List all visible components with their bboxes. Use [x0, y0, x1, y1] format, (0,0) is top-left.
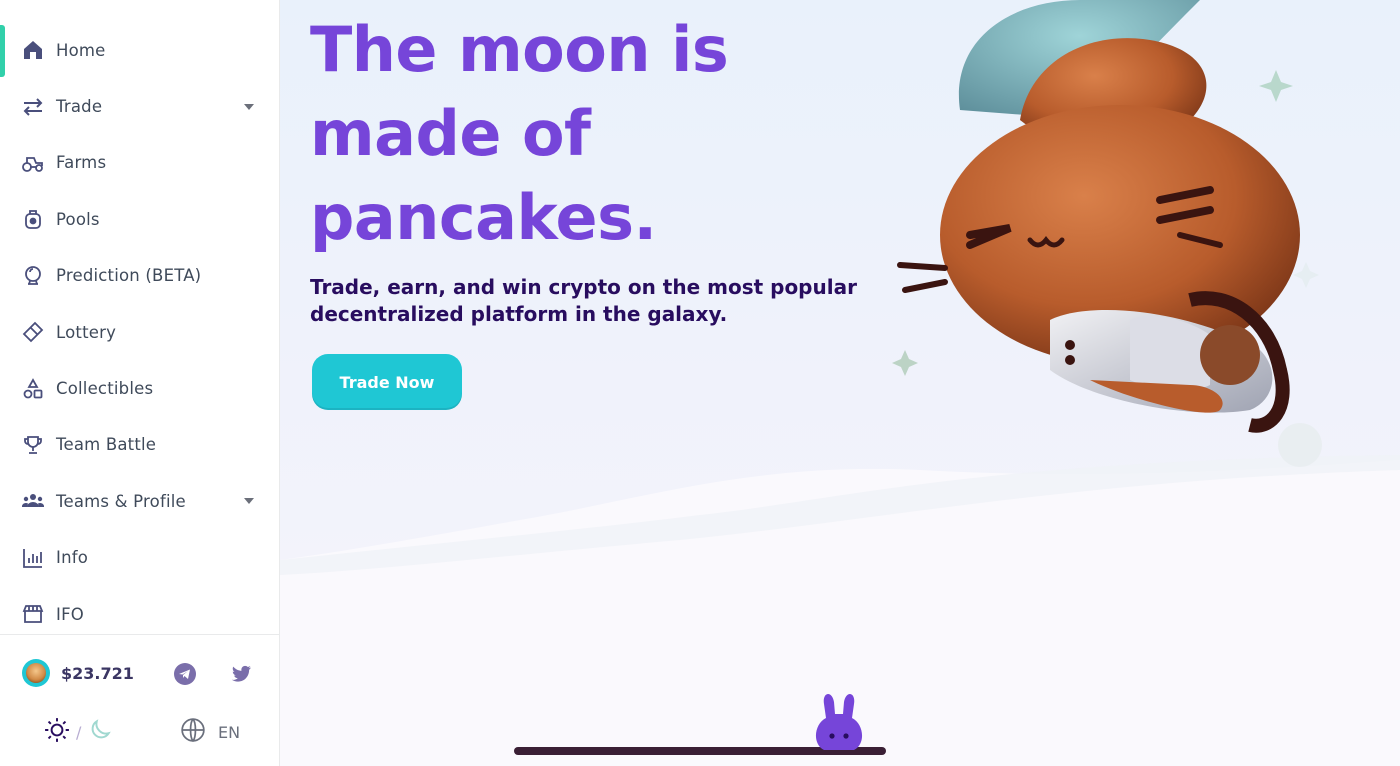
chevron-down-icon[interactable]: [244, 103, 254, 110]
sidebar-item-info[interactable]: Info: [0, 530, 280, 586]
pool-icon: [20, 206, 46, 232]
sidebar-item-label: IFO: [56, 604, 84, 624]
loading-bunny-icon: [514, 693, 886, 755]
sidebar-item-label: Team Battle: [56, 435, 157, 455]
sidebar-item-label: Home: [56, 40, 106, 60]
groups-icon: [20, 488, 46, 514]
chart-icon: [20, 545, 46, 571]
sidebar-item-label: Pools: [56, 209, 100, 229]
sidebar-item-label: Prediction (BETA): [56, 266, 202, 286]
home-icon: [20, 37, 46, 63]
trophy-icon: [20, 432, 46, 458]
globe-icon: [180, 717, 206, 747]
farm-icon: [20, 150, 46, 176]
sidebar-item-prediction[interactable]: Prediction (BETA): [0, 248, 280, 304]
hero-headline: The moon is made of pancakes.: [310, 13, 729, 254]
theme-separator: /: [76, 722, 82, 742]
sidebar-item-farms[interactable]: Farms: [0, 135, 280, 191]
cake-price-value: $23.721: [61, 663, 134, 683]
theme-toggle[interactable]: /: [44, 717, 113, 747]
cake-token-icon: [22, 659, 50, 687]
sidebar-item-label: Teams & Profile: [56, 491, 186, 511]
trade-icon: [20, 94, 46, 120]
sidebar-item-pools[interactable]: Pools: [0, 191, 280, 247]
language-selector[interactable]: EN: [180, 717, 240, 747]
sidebar-item-label: Lottery: [56, 322, 117, 342]
hero-section: The moon is made of pancakes. Trade, ear…: [280, 0, 1400, 766]
sidebar-item-label: Trade: [56, 97, 103, 117]
twitter-icon[interactable]: [228, 661, 254, 687]
sidebar-item-label: Info: [56, 548, 89, 568]
cake-price[interactable]: $23.721: [22, 659, 134, 687]
sidebar-item-label: Collectibles: [56, 379, 154, 399]
sidebar-item-label: Farms: [56, 153, 107, 173]
sidebar-item-lottery[interactable]: Lottery: [0, 304, 280, 360]
sidebar: Home Trade Farms Pools Prediction (BETA)…: [0, 0, 280, 766]
bunny-astronaut-illustration: [892, 0, 1322, 467]
sidebar-footer: $23.721 / EN: [0, 634, 280, 766]
language-label: EN: [218, 722, 241, 742]
sidebar-item-home[interactable]: Home: [0, 22, 280, 78]
moon-icon[interactable]: [87, 717, 113, 747]
sidebar-item-trade[interactable]: Trade: [0, 78, 280, 134]
trade-now-button[interactable]: Trade Now: [312, 354, 462, 410]
nft-icon: [20, 376, 46, 402]
ifo-icon: [20, 601, 46, 627]
sidebar-nav: Home Trade Farms Pools Prediction (BETA)…: [0, 22, 280, 642]
sidebar-item-teams-profile[interactable]: Teams & Profile: [0, 473, 280, 529]
hero-subheadline: Trade, earn, and win crypto on the most …: [310, 275, 857, 326]
chevron-down-icon[interactable]: [244, 498, 254, 505]
sidebar-item-collectibles[interactable]: Collectibles: [0, 360, 280, 416]
sidebar-item-team-battle[interactable]: Team Battle: [0, 417, 280, 473]
sun-icon[interactable]: [44, 717, 70, 747]
ticket-icon: [20, 319, 46, 345]
telegram-icon[interactable]: [172, 661, 198, 687]
prediction-icon: [20, 263, 46, 289]
